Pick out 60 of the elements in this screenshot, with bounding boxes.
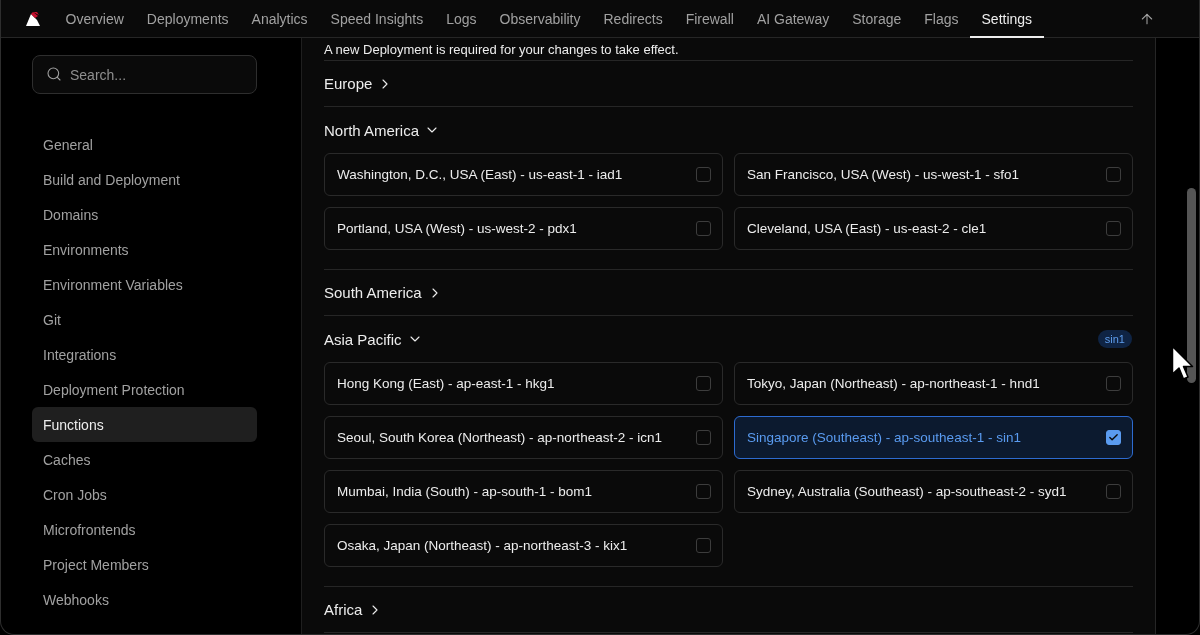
region-option[interactable]: San Francisco, USA (West) - us-west-1 - sfo1 xyxy=(734,153,1133,196)
region-group-toggle[interactable]: Africa xyxy=(324,601,384,618)
region-option[interactable]: Cleveland, USA (East) - us-east-2 - cle1 xyxy=(734,207,1133,250)
nav-tab[interactable]: Flags xyxy=(912,0,971,38)
cursor-icon xyxy=(1171,345,1195,381)
nav-tab[interactable]: Storage xyxy=(840,0,913,38)
checkbox[interactable] xyxy=(696,167,711,182)
nav-tab[interactable]: Observability xyxy=(488,0,592,38)
nav-tab[interactable]: Logs xyxy=(434,0,489,38)
region-option[interactable]: Tokyo, Japan (Northeast) - ap-northeast-1 - hnd1 xyxy=(734,362,1133,405)
sidebar-item[interactable]: Cron Jobs xyxy=(32,477,257,512)
nav-tab[interactable]: Redirects xyxy=(592,0,675,38)
sidebar-item[interactable]: Environment Variables xyxy=(32,267,257,302)
region-group-toggle[interactable]: Asia Pacific xyxy=(324,330,423,348)
checkbox[interactable] xyxy=(696,376,711,391)
region-option[interactable]: Seoul, South Korea (Northeast) - ap-northeast-2 - icn1 xyxy=(324,416,723,459)
sidebar-item[interactable]: General xyxy=(32,127,257,162)
sidebar-item[interactable]: Environments xyxy=(32,232,257,267)
sidebar-item[interactable]: Deployment Protection xyxy=(32,372,257,407)
region-option[interactable]: Osaka, Japan (Northeast) - ap-northeast-3 - kix1 xyxy=(324,524,723,567)
region-badge: sin1 xyxy=(1097,330,1132,348)
sidebar-item[interactable]: Git xyxy=(32,302,257,337)
sidebar-item[interactable]: Functions xyxy=(32,407,257,442)
notice-text: A new Deployment is required for your changes to take effect. xyxy=(324,41,680,59)
region-option[interactable]: Hong Kong (East) - ap-east-1 - hkg1 xyxy=(324,362,723,405)
nav-tab[interactable]: AI Gateway xyxy=(745,0,841,38)
sidebar-item[interactable]: Build and Deployment xyxy=(32,162,257,197)
logo-icon[interactable] xyxy=(25,10,41,27)
region-group-toggle[interactable]: Europe xyxy=(324,75,394,92)
checkbox[interactable] xyxy=(696,221,711,236)
check-icon xyxy=(1108,432,1119,443)
sidebar-item[interactable]: Caches xyxy=(32,442,257,477)
checkbox[interactable] xyxy=(696,484,711,499)
scrollbar-thumb[interactable] xyxy=(1187,188,1196,383)
sidebar-item[interactable]: Webhooks xyxy=(32,582,257,617)
sidebar-item[interactable]: Domains xyxy=(32,197,257,232)
sidebar-item[interactable]: Microfrontends xyxy=(32,512,257,547)
nav-tab[interactable]: Analytics xyxy=(240,0,320,38)
checkbox[interactable] xyxy=(696,430,711,445)
nav-tab[interactable]: Overview xyxy=(54,0,136,38)
nav-tab[interactable]: Deployments xyxy=(135,0,241,38)
region-option[interactable]: Portland, USA (West) - us-west-2 - pdx1 xyxy=(324,207,723,250)
checkbox[interactable] xyxy=(1106,484,1121,499)
checkbox[interactable] xyxy=(1106,167,1121,182)
checkbox[interactable] xyxy=(1106,430,1121,445)
region-option[interactable]: Mumbai, India (South) - ap-south-1 - bom1 xyxy=(324,470,723,513)
nav-tab[interactable]: Speed Insights xyxy=(319,0,435,38)
checkbox[interactable] xyxy=(696,538,711,553)
checkbox[interactable] xyxy=(1106,221,1121,236)
region-group-toggle[interactable]: South America xyxy=(324,284,443,301)
nav-tab[interactable]: Firewall xyxy=(674,0,746,38)
search-icon xyxy=(46,66,62,82)
region-option[interactable]: Singapore (Southeast) - ap-southeast-1 - sin1 xyxy=(734,416,1133,459)
sidebar-item[interactable]: Integrations xyxy=(32,337,257,372)
checkbox[interactable] xyxy=(1106,376,1121,391)
sidebar-item[interactable]: Project Members xyxy=(32,547,257,582)
region-option[interactable]: Washington, D.C., USA (East) - us-east-1 - iad1 xyxy=(324,153,723,196)
region-option[interactable]: Sydney, Australia (Southeast) - ap-southeast-2 - syd1 xyxy=(734,470,1133,513)
search-field[interactable]: Search... xyxy=(32,55,257,94)
region-group-toggle[interactable]: North America xyxy=(324,121,441,139)
